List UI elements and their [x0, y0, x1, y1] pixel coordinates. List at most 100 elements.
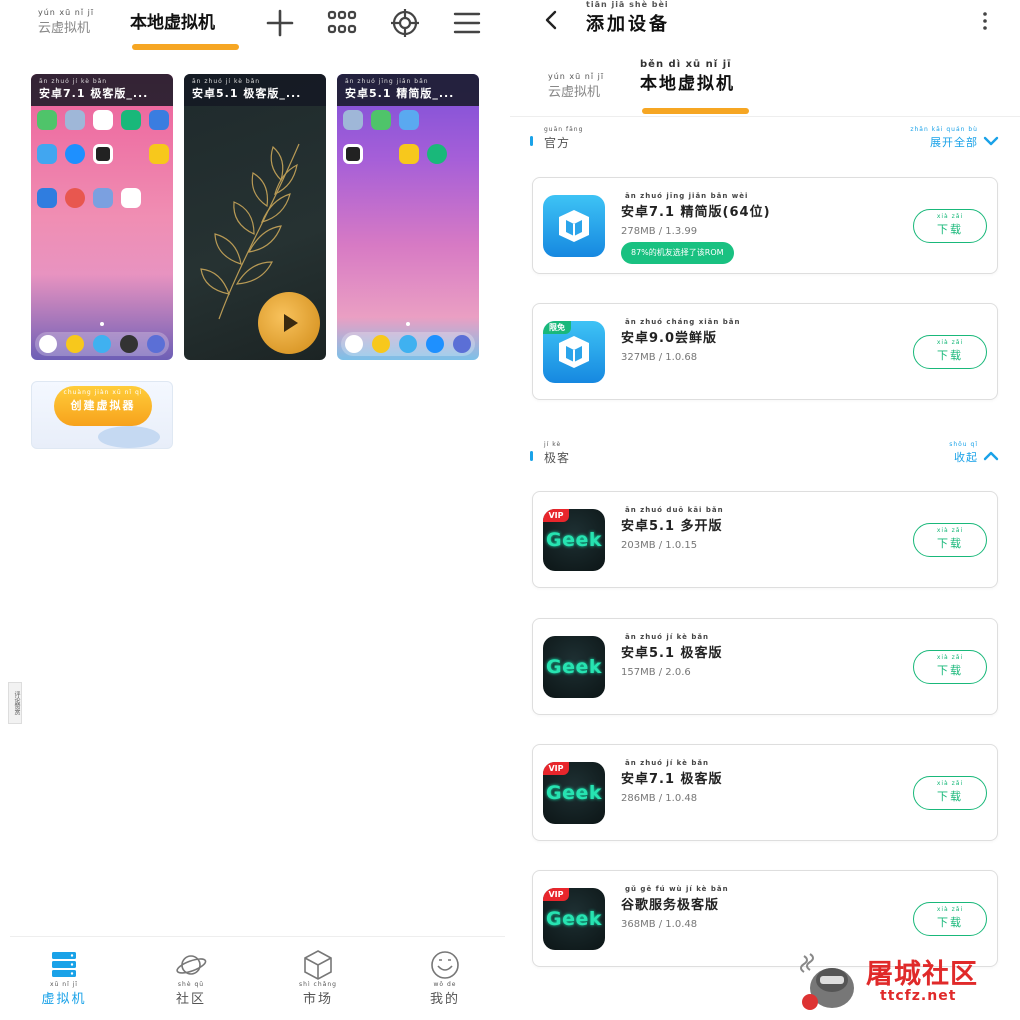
download-pinyin: xià zǎi [936, 780, 964, 787]
device-name: gǔ gē fú wù jí kè bǎn 谷歌服务极客版 [621, 885, 729, 913]
download-label: 下载 [937, 223, 963, 236]
vip-badge: VIP [543, 762, 569, 775]
target-icon[interactable] [388, 6, 422, 40]
nav-mine-label: 我的 [429, 992, 460, 1007]
divider [510, 116, 1020, 117]
section-title-text: 极客 [544, 451, 571, 465]
app-icon-row [37, 188, 141, 208]
vm-card-pinyin: ān zhuó jí kè bǎn [192, 78, 261, 85]
download-button[interactable]: xià zǎi 下载 [913, 650, 987, 684]
geek-logo-suffix: k [588, 656, 602, 678]
download-button[interactable]: xià zǎi 下载 [913, 335, 987, 369]
chevron-up-icon[interactable] [982, 447, 1000, 465]
device-card[interactable]: ān zhuó jīng jiǎn bǎn wèi 安卓7.1 精简版(64位)… [532, 177, 998, 274]
nav-vm[interactable]: xū nǐ jī 虚拟机 [24, 949, 104, 1007]
device-card[interactable]: Geek ān zhuó jí kè bǎn 安卓5.1 极客版 157MB /… [532, 618, 998, 715]
section-title-text: 官方 [544, 136, 571, 150]
create-vm-card[interactable]: chuàng jiàn xū nǐ qì 创建虚拟器 [31, 381, 173, 449]
vm-card-header: ān zhuó jīng jiǎn bǎn 安卓5.1 精简版_... [337, 74, 479, 106]
download-button[interactable]: xià zǎi 下载 [913, 776, 987, 810]
nav-community[interactable]: shè qū 社区 [151, 949, 231, 1007]
nav-market[interactable]: shì chǎng 市场 [278, 949, 358, 1007]
app-header: tiān jiā shè bèi 添加设备 [510, 0, 1020, 44]
device-size-version: 286MB / 1.0.48 [621, 793, 698, 804]
tab-cloud-vm[interactable]: yún xū nǐ jī 云虚拟机 [38, 8, 94, 36]
vm-dock [341, 332, 475, 356]
device-card[interactable]: 限免 ān zhuó cháng xiān bǎn 安卓9.0尝鲜版 327MB… [532, 303, 998, 400]
section-title: guān fāng 官方 [544, 126, 583, 151]
device-size-version: 278MB / 1.3.99 [621, 226, 698, 237]
watermark-title: 屠城社区 [866, 959, 978, 990]
vm-card-android71-geek[interactable]: ān zhuó jí kè bǎn 安卓7.1 极客版_... [31, 74, 173, 360]
server-icon [52, 952, 76, 977]
device-name-pinyin: gǔ gē fú wù jí kè bǎn [625, 885, 729, 893]
nav-community-pinyin: shè qū [177, 981, 205, 988]
device-size-version: 157MB / 2.0.6 [621, 667, 691, 678]
nav-vm-pinyin: xū nǐ jī [50, 981, 78, 988]
create-vm-label: 创建虚拟器 [70, 399, 136, 412]
bottom-nav: xū nǐ jī 虚拟机 shè qū 社区 shì chǎng 市场 wǒ d… [10, 936, 505, 1020]
vm-card-title: 安卓7.1 极客版_... [39, 87, 149, 100]
geek-logo-suffix: k [588, 529, 602, 551]
vm-card-android51-lite[interactable]: ān zhuó jīng jiǎn bǎn 安卓5.1 精简版_... [337, 74, 479, 360]
collapse-label: 收起 [954, 451, 978, 464]
page-title-pinyin: tiān jiā shè bèi [586, 0, 669, 9]
more-icon[interactable] [978, 10, 992, 32]
local-vm-panel: yún xū nǐ jī 云虚拟机 本地虚拟机 ān zhuó jí kè bǎ… [0, 0, 510, 1020]
tab-cloud-label: 云虚拟机 [38, 21, 91, 36]
device-name: ān zhuó cháng xiān bǎn 安卓9.0尝鲜版 [621, 318, 741, 346]
download-pinyin: xià zǎi [936, 527, 964, 534]
grid-icon[interactable] [325, 6, 359, 40]
download-label: 下载 [937, 537, 963, 550]
page-title: tiān jiā shè bèi 添加设备 [586, 0, 670, 36]
tab-local-vm[interactable]: běn dì xū nǐ jī 本地虚拟机 [640, 60, 735, 95]
device-name-pinyin: ān zhuó jí kè bǎn [625, 633, 710, 641]
device-card[interactable]: Geek VIP ān zhuó jí kè bǎn 安卓7.1 极客版 286… [532, 744, 998, 841]
app-icon-row [343, 110, 419, 130]
device-name-pinyin: ān zhuó jí kè bǎn [625, 759, 710, 767]
chevron-down-icon[interactable] [982, 132, 1000, 150]
download-button[interactable]: xià zǎi 下载 [913, 523, 987, 557]
device-name-text: 安卓5.1 多开版 [621, 519, 723, 534]
expand-all-link[interactable]: zhǎn kāi quán bù 展开全部 [910, 126, 978, 150]
collapse-link[interactable]: shōu qǐ 收起 [949, 441, 978, 465]
vm-blue-icon [543, 195, 605, 257]
device-name: ān zhuó jīng jiǎn bǎn wèi 安卓7.1 精简版(64位) [621, 192, 771, 220]
cube-icon [304, 950, 332, 980]
device-name: ān zhuó jí kè bǎn 安卓5.1 极客版 [621, 633, 723, 661]
download-button[interactable]: xià zǎi 下载 [913, 902, 987, 936]
vm-card-title: 安卓5.1 极客版_... [192, 87, 302, 100]
nav-mine[interactable]: wǒ de 我的 [405, 949, 485, 1007]
vip-badge: VIP [543, 888, 569, 901]
play-button[interactable] [258, 292, 320, 354]
tab-cloud-pinyin: yún xū nǐ jī [548, 72, 605, 81]
menu-icon[interactable] [450, 6, 484, 40]
create-vm-pinyin: chuàng jiàn xū nǐ qì [63, 389, 143, 396]
download-label: 下载 [937, 664, 963, 677]
add-device-panel: tiān jiā shè bèi 添加设备 yún xū nǐ jī 云虚拟机 … [510, 0, 1020, 1020]
app-icon-row [37, 110, 169, 130]
download-label: 下载 [937, 349, 963, 362]
geek-logo-prefix: Gee [545, 656, 589, 678]
vm-card-android51-geek[interactable]: ān zhuó jí kè bǎn 安卓5.1 极客版_... [184, 74, 326, 360]
vm-card-header: ān zhuó jí kè bǎn 安卓7.1 极客版_... [31, 74, 173, 106]
download-button[interactable]: xià zǎi 下载 [913, 209, 987, 243]
tab-cloud-vm[interactable]: yún xū nǐ jī 云虚拟机 [548, 72, 604, 100]
page-title-text: 添加设备 [586, 14, 670, 35]
download-pinyin: xià zǎi [936, 213, 964, 220]
collapse-pinyin: shōu qǐ [949, 441, 978, 448]
watermark-url: ttcfz.net [880, 988, 957, 1004]
nav-mine-pinyin: wǒ de [433, 981, 457, 988]
download-pinyin: xià zǎi [936, 906, 964, 913]
geek-icon: Geek VIP [543, 509, 605, 571]
device-card[interactable]: Geek VIP ān zhuó duō kāi bǎn 安卓5.1 多开版 2… [532, 491, 998, 588]
tab-local-vm[interactable]: 本地虚拟机 [130, 4, 215, 33]
side-feedback-tab[interactable]: 评论赞赏 [8, 682, 22, 724]
mascot-icon [800, 953, 854, 1010]
back-icon[interactable] [540, 8, 564, 32]
top-tabs: yún xū nǐ jī 云虚拟机 本地虚拟机 [0, 0, 510, 60]
plus-icon[interactable] [263, 6, 297, 40]
nav-community-label: 社区 [175, 992, 206, 1007]
create-vm-button[interactable]: chuàng jiàn xū nǐ qì 创建虚拟器 [54, 386, 152, 426]
device-size-version: 368MB / 1.0.48 [621, 919, 698, 930]
